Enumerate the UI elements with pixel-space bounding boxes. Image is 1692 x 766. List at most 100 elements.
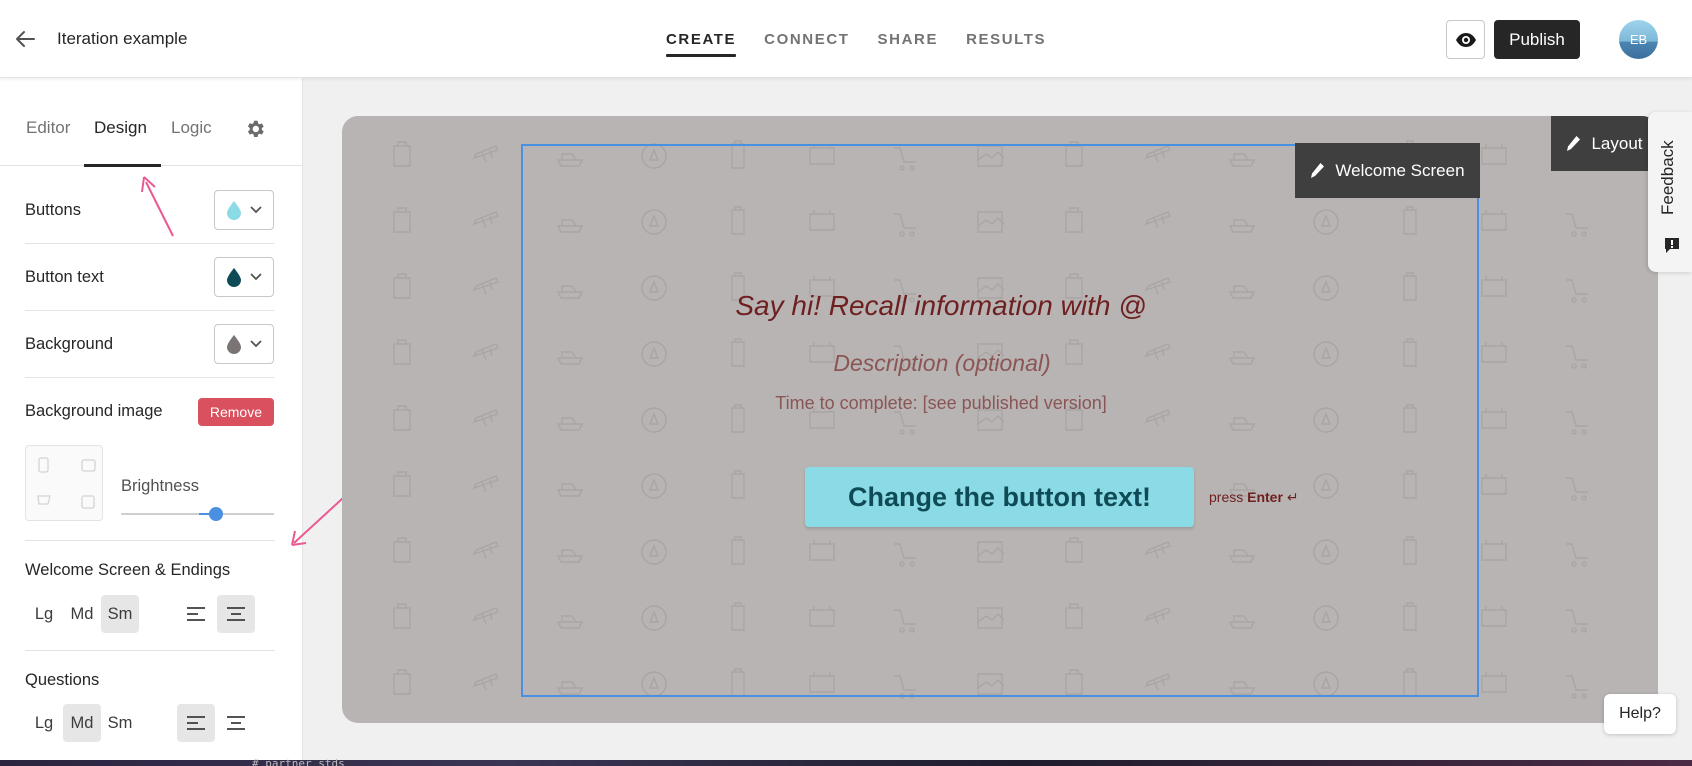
welcome-size-lg[interactable]: Lg — [25, 595, 63, 633]
questions-size-lg[interactable]: Lg — [25, 704, 63, 742]
pattern-icon — [1566, 411, 1588, 435]
press-hint-prefix: press — [1209, 489, 1244, 505]
pattern-icon — [472, 475, 499, 493]
questions-size-sm[interactable]: Sm — [101, 704, 139, 742]
questions-label: Questions — [25, 671, 100, 689]
pattern-icon — [472, 607, 499, 625]
button-text-color-row: Button text — [25, 244, 274, 311]
divider — [25, 650, 275, 651]
brightness-slider-thumb[interactable] — [208, 507, 223, 521]
pattern-icon — [1566, 543, 1588, 567]
settings-tab[interactable] — [244, 118, 266, 140]
sidebar-tabs: Editor Design Logic — [0, 78, 302, 167]
publish-button[interactable]: Publish — [1494, 20, 1580, 59]
background-image-row: Background image Remove — [25, 378, 274, 445]
time-to-complete-text: Time to complete: [see published version… — [775, 393, 1107, 413]
brightness-label: Brightness — [121, 477, 199, 495]
tab-design[interactable]: Design — [94, 118, 147, 138]
main-nav: CREATE CONNECT SHARE RESULTS — [652, 0, 1060, 78]
questions-align-left[interactable] — [177, 704, 215, 742]
button-text-color-label: Button text — [25, 267, 104, 286]
pattern-icon — [472, 145, 499, 163]
welcome-description[interactable]: Description (optional) — [342, 350, 1658, 377]
pattern-icon — [393, 207, 411, 233]
buttons-color-label: Buttons — [25, 200, 81, 219]
pattern-icon — [1481, 606, 1507, 627]
background-color-row: Background — [25, 311, 274, 378]
divider — [25, 540, 275, 541]
arrow-left-icon — [16, 31, 35, 47]
remove-image-button[interactable]: Remove — [197, 397, 274, 426]
pattern-icon — [472, 673, 499, 691]
help-button[interactable]: Help? — [1604, 694, 1676, 734]
pattern-icon — [1566, 675, 1588, 699]
welcome-title-text: Say hi! Recall information with @ — [735, 290, 1147, 321]
gear-icon — [247, 120, 264, 137]
pattern-icon — [393, 141, 411, 167]
pencil-icon — [1567, 136, 1581, 151]
background-color-picker[interactable] — [214, 324, 274, 364]
press-enter-hint: press Enter ↵ — [1209, 489, 1299, 506]
welcome-screen-badge[interactable]: Welcome Screen — [1295, 143, 1480, 198]
feedback-label: Feedback — [1658, 140, 1677, 215]
welcome-size-sm[interactable]: Sm — [101, 595, 139, 633]
pencil-icon — [1311, 163, 1325, 178]
pattern-icon — [1481, 144, 1507, 165]
welcome-endings-label: Welcome Screen & Endings — [25, 561, 231, 579]
welcome-align-left[interactable] — [177, 595, 215, 633]
pattern-icon — [1481, 474, 1507, 495]
nav-create[interactable]: CREATE — [652, 0, 750, 78]
press-hint-key: Enter — [1247, 489, 1283, 505]
pattern-icon — [1481, 210, 1507, 231]
welcome-size-md[interactable]: Md — [63, 595, 101, 633]
back-button[interactable] — [12, 26, 38, 52]
align-center-icon — [227, 607, 245, 621]
pattern-icon — [472, 541, 499, 559]
time-to-complete: Time to complete: [see published version… — [342, 393, 1658, 414]
background-image-label: Background image — [25, 402, 163, 420]
pattern-icon — [1481, 540, 1507, 561]
enter-key-icon: ↵ — [1286, 489, 1299, 505]
pattern-icon — [1566, 477, 1588, 501]
pattern-icon — [393, 669, 411, 695]
tab-editor[interactable]: Editor — [26, 118, 70, 138]
welcome-description-text: Description (optional) — [833, 350, 1051, 376]
pattern-icon — [393, 471, 411, 497]
brightness-slider[interactable] — [121, 507, 274, 521]
questions-align-center[interactable] — [217, 704, 255, 742]
buttons-color-picker[interactable] — [214, 190, 274, 230]
nav-connect[interactable]: CONNECT — [750, 0, 863, 78]
start-button[interactable]: Change the button text! — [805, 467, 1194, 527]
welcome-align-center[interactable] — [217, 595, 255, 633]
background-color-label: Background — [25, 334, 114, 353]
form-title[interactable]: Iteration example — [57, 29, 187, 49]
welcome-title[interactable]: Say hi! Recall information with @ — [342, 290, 1658, 322]
top-bar: Iteration example CREATE CONNECT SHARE R… — [0, 0, 1692, 78]
welcome-screen-badge-label: Welcome Screen — [1335, 160, 1465, 180]
questions-size-md[interactable]: Md — [63, 704, 101, 742]
pattern-icon — [1566, 213, 1588, 237]
chevron-down-icon — [250, 273, 262, 281]
preview-button[interactable] — [1446, 20, 1485, 59]
tab-logic[interactable]: Logic — [171, 118, 212, 138]
pattern-icon — [393, 603, 411, 629]
pattern-icon — [1481, 672, 1507, 693]
bottom-strip-text: # partner_stds — [252, 757, 345, 766]
avatar[interactable]: EB — [1619, 20, 1658, 59]
active-tab-indicator — [84, 164, 161, 167]
form-preview-canvas[interactable] — [342, 116, 1658, 723]
nav-share[interactable]: SHARE — [864, 0, 953, 78]
eye-icon — [1455, 32, 1476, 47]
align-center-icon — [227, 716, 245, 730]
droplet-icon — [227, 201, 241, 220]
design-sidebar: Editor Design Logic Buttons Button text … — [0, 78, 303, 766]
layout-badge[interactable]: Layout — [1551, 116, 1658, 171]
pattern-icon — [472, 211, 499, 229]
welcome-screen-selection[interactable] — [521, 144, 1479, 697]
align-left-icon — [187, 716, 205, 730]
button-text-color-picker[interactable] — [214, 257, 274, 297]
nav-results[interactable]: RESULTS — [952, 0, 1060, 78]
background-image-thumbnail[interactable] — [25, 445, 103, 521]
droplet-icon — [227, 335, 241, 354]
chevron-down-icon — [250, 206, 262, 214]
